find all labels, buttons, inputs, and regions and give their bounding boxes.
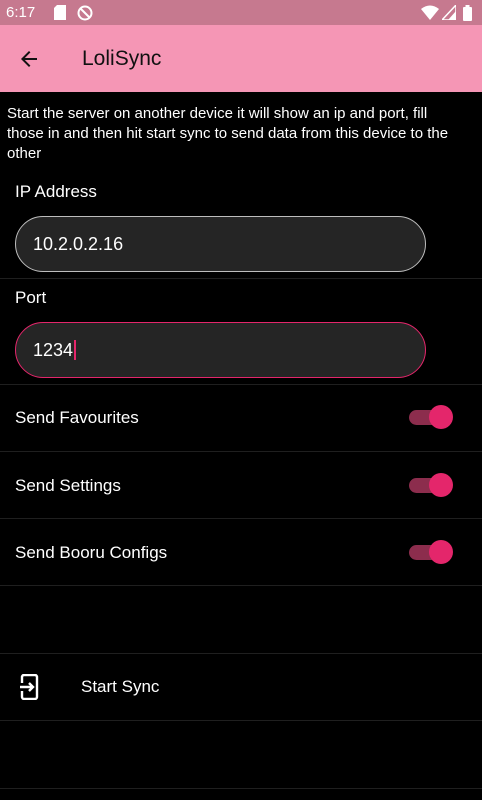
divider xyxy=(0,278,482,279)
battery-icon xyxy=(463,5,472,21)
switch-thumb xyxy=(429,405,453,429)
divider xyxy=(0,788,482,789)
switch-thumb xyxy=(429,540,453,564)
send-favourites-switch[interactable] xyxy=(409,404,453,430)
send-favourites-label: Send Favourites xyxy=(15,408,139,427)
port-label: Port xyxy=(15,288,47,307)
wifi-icon xyxy=(421,5,439,20)
status-time: 6:17 xyxy=(6,4,36,21)
do-not-disturb-icon xyxy=(77,5,93,21)
ip-address-label: IP Address xyxy=(15,182,97,201)
switch-thumb xyxy=(429,473,453,497)
send-settings-label: Send Settings xyxy=(15,476,121,495)
page-title: LoliSync xyxy=(82,47,162,70)
divider xyxy=(0,518,482,519)
send-booru-configs-label: Send Booru Configs xyxy=(15,543,168,562)
port-value: 1234 xyxy=(33,339,74,360)
start-sync-label: Start Sync xyxy=(81,677,160,696)
divider xyxy=(0,585,482,586)
text-cursor xyxy=(74,340,77,360)
status-bar: 6:17 xyxy=(0,0,482,25)
divider xyxy=(0,720,482,721)
signal-icon xyxy=(442,5,456,20)
exit-to-app-icon xyxy=(19,674,39,700)
back-arrow-icon[interactable] xyxy=(17,47,41,71)
port-input[interactable]: 1234 xyxy=(15,322,426,378)
send-booru-configs-switch[interactable] xyxy=(409,539,453,565)
send-settings-switch[interactable] xyxy=(409,472,453,498)
divider xyxy=(0,384,482,385)
start-sync-button[interactable]: Start Sync xyxy=(0,654,482,720)
divider xyxy=(0,451,482,452)
sd-card-icon xyxy=(54,5,66,20)
app-bar: LoliSync xyxy=(0,25,482,92)
ip-address-input[interactable]: 10.2.0.2.16 xyxy=(15,216,426,272)
ip-address-value: 10.2.0.2.16 xyxy=(33,233,124,254)
instructions-text: Start the server on another device it wi… xyxy=(7,105,449,162)
